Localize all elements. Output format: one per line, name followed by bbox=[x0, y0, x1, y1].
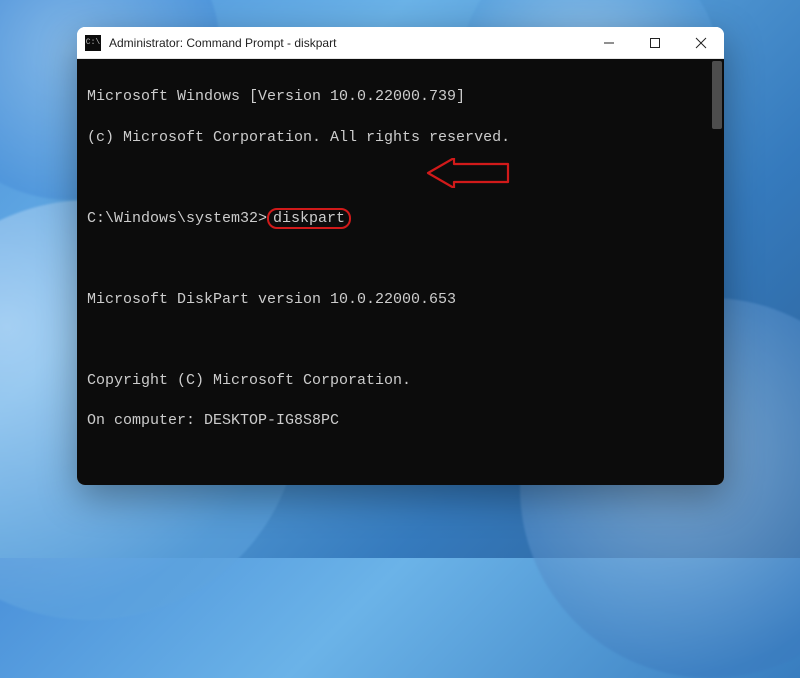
console-blank bbox=[87, 168, 714, 188]
console-area[interactable]: Microsoft Windows [Version 10.0.22000.73… bbox=[77, 59, 724, 485]
console-blank bbox=[87, 452, 714, 472]
close-button[interactable] bbox=[678, 27, 724, 59]
console-blank bbox=[87, 330, 714, 350]
console-line: (c) Microsoft Corporation. All rights re… bbox=[87, 128, 714, 148]
scrollbar[interactable] bbox=[710, 61, 722, 151]
console-line: Microsoft Windows [Version 10.0.22000.73… bbox=[87, 87, 714, 107]
scrollbar-thumb[interactable] bbox=[712, 61, 722, 129]
command-highlight: diskpart bbox=[267, 208, 351, 229]
minimize-button[interactable] bbox=[586, 27, 632, 59]
console-line: Copyright (C) Microsoft Corporation. bbox=[87, 371, 714, 391]
titlebar[interactable]: C:\ Administrator: Command Prompt - disk… bbox=[77, 27, 724, 59]
window-buttons bbox=[586, 27, 724, 59]
console-prompt-line: C:\Windows\system32>diskpart bbox=[87, 209, 714, 229]
console-line: Microsoft DiskPart version 10.0.22000.65… bbox=[87, 290, 714, 310]
cmd-icon: C:\ bbox=[85, 35, 101, 51]
prompt-path: C:\Windows\system32> bbox=[87, 210, 267, 227]
maximize-icon bbox=[649, 37, 661, 49]
maximize-button[interactable] bbox=[632, 27, 678, 59]
command-prompt-window: C:\ Administrator: Command Prompt - disk… bbox=[77, 27, 724, 485]
console-line: On computer: DESKTOP-IG8S8PC bbox=[87, 411, 714, 431]
console-blank bbox=[87, 249, 714, 269]
window-title: Administrator: Command Prompt - diskpart bbox=[109, 36, 586, 50]
minimize-icon bbox=[603, 37, 615, 49]
close-icon bbox=[695, 37, 707, 49]
